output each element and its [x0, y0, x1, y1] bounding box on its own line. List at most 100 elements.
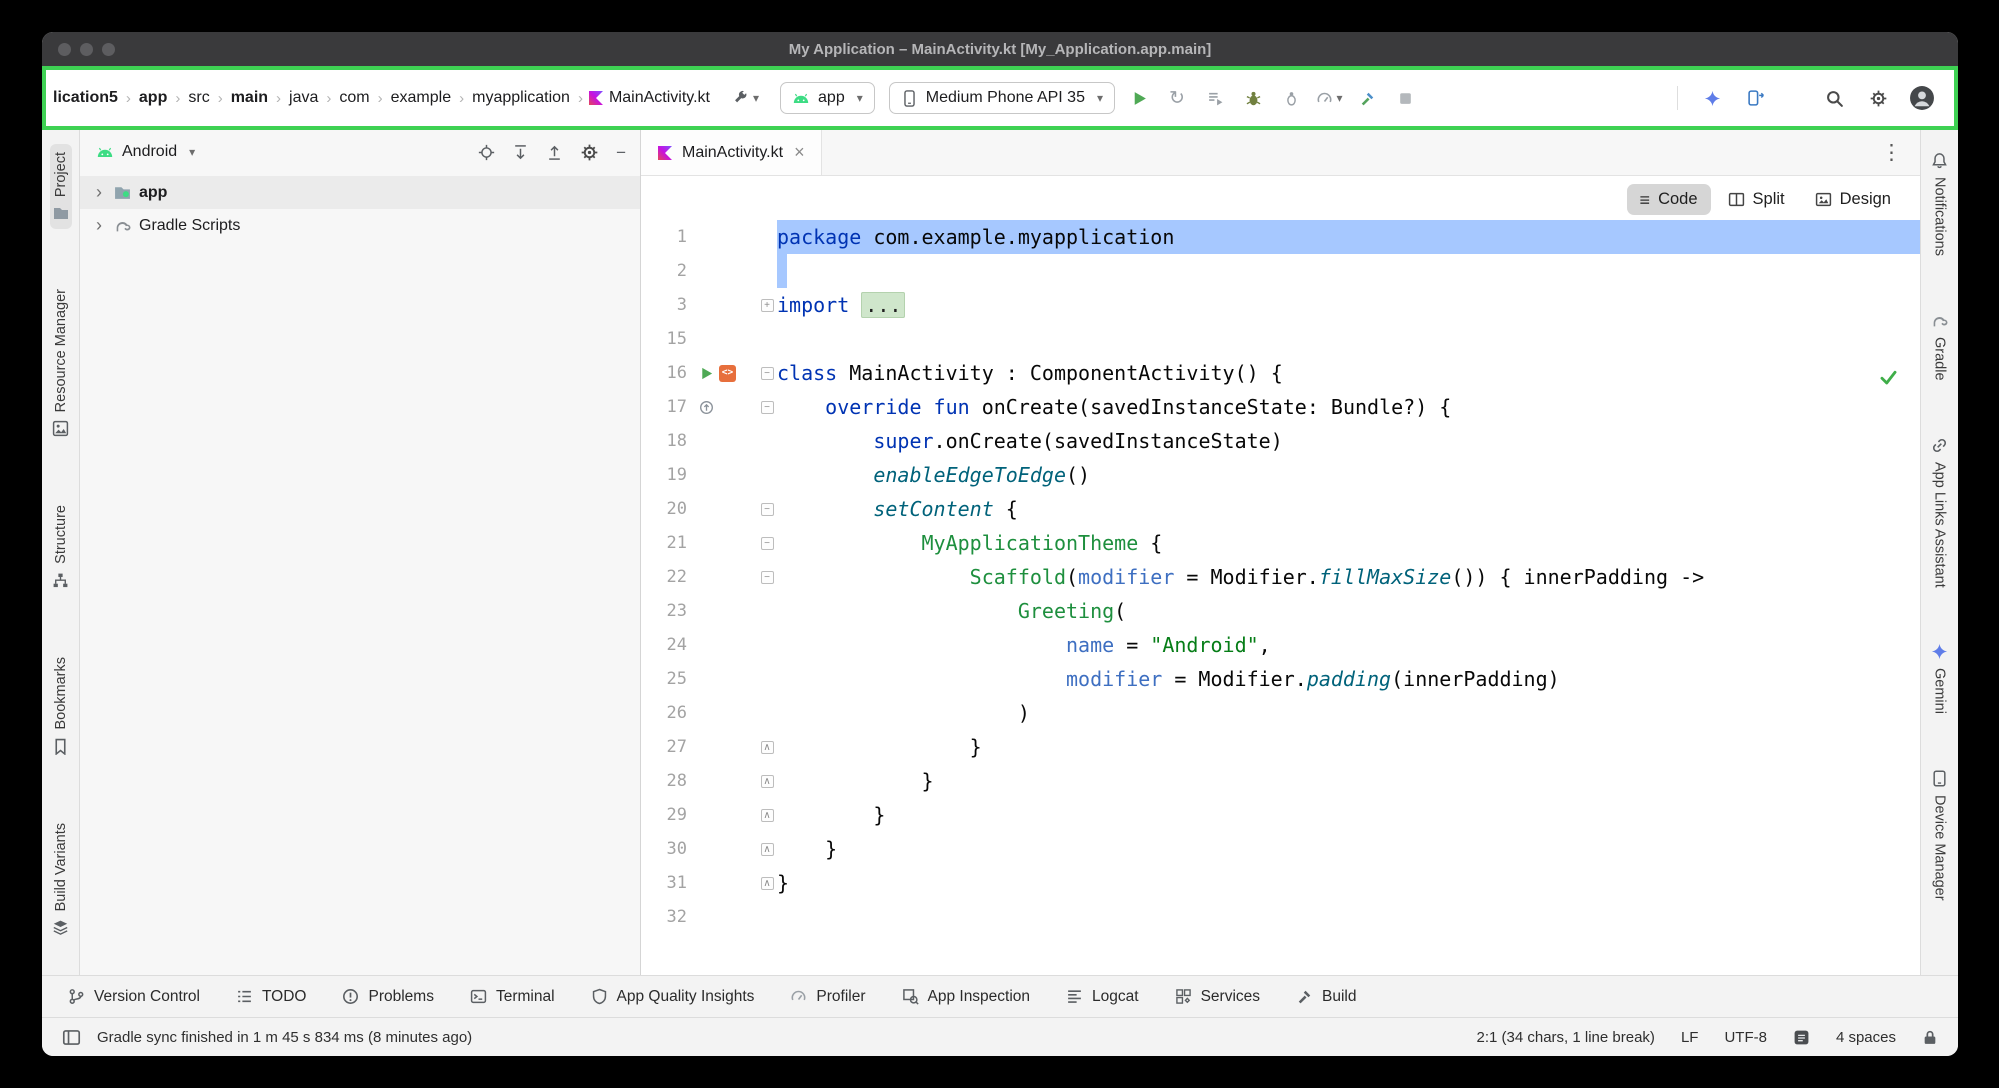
tool-button-app-inspection[interactable]: App Inspection [902, 988, 1031, 1006]
code-text[interactable]: package com.example.myapplication [777, 220, 1920, 254]
breadcrumb-item-src[interactable]: src [185, 87, 212, 109]
line-separator-indicator[interactable]: LF [1681, 1029, 1699, 1046]
tool-button-todo[interactable]: TODO [236, 988, 307, 1006]
code-text[interactable]: override fun onCreate(savedInstanceState… [777, 390, 1920, 424]
code-line-23[interactable]: 23 Greeting( [641, 594, 1920, 628]
code-line-30[interactable]: 30∧ } [641, 832, 1920, 866]
close-button[interactable] [58, 43, 71, 56]
panel-toggle-icon[interactable] [62, 1028, 81, 1047]
tree-item-app[interactable]: ›app [80, 176, 640, 209]
code-line-20[interactable]: 20− setContent { [641, 492, 1920, 526]
override-gutter-icon[interactable] [699, 400, 714, 415]
inspections-status-icon[interactable] [1879, 368, 1898, 387]
fold-marker-icon[interactable]: − [761, 367, 774, 380]
expand-chevron-icon[interactable]: › [92, 182, 106, 203]
project-view-selector[interactable]: Android [122, 143, 177, 161]
mode-design-button[interactable]: Design [1802, 184, 1904, 215]
close-tab-icon[interactable]: × [794, 142, 805, 163]
tool-button-services[interactable]: Services [1175, 988, 1260, 1006]
code-text[interactable]: } [777, 866, 1920, 900]
profiler-button[interactable]: ▾ [1313, 82, 1345, 114]
code-line-25[interactable]: 25 modifier = Modifier.padding(innerPadd… [641, 662, 1920, 696]
tool-button-app-quality-insights[interactable]: App Quality Insights [591, 988, 755, 1006]
caret-position-indicator[interactable]: 2:1 (34 chars, 1 line break) [1477, 1029, 1655, 1046]
code-text[interactable]: } [777, 798, 1920, 832]
code-line-15[interactable]: 15 [641, 322, 1920, 356]
code-line-32[interactable]: 32 [641, 900, 1920, 934]
code-line-22[interactable]: 22− Scaffold(modifier = Modifier.fillMax… [641, 560, 1920, 594]
locate-button[interactable] [478, 144, 495, 161]
expand-chevron-icon[interactable]: › [92, 215, 106, 236]
code-text[interactable]: MyApplicationTheme { [777, 526, 1920, 560]
code-line-3[interactable]: 3+import ... [641, 288, 1920, 322]
tool-stripe-gradle[interactable]: Gradle [1928, 304, 1951, 389]
code-text[interactable] [777, 900, 1920, 934]
device-selector[interactable]: Medium Phone API 35 ▾ [889, 82, 1115, 114]
code-line-1[interactable]: 1package com.example.myapplication [641, 220, 1920, 254]
code-text[interactable]: } [777, 764, 1920, 798]
breadcrumb-item-com[interactable]: com [336, 87, 372, 109]
search-button[interactable] [1818, 82, 1850, 114]
run-gutter-icon[interactable] [699, 366, 714, 381]
breadcrumb-item-mainactivity-kt[interactable]: MainActivity.kt [606, 87, 713, 109]
code-text[interactable] [777, 254, 1920, 288]
code-line-16[interactable]: 16<>−class MainActivity : ComponentActiv… [641, 356, 1920, 390]
compose-gutter-icon[interactable]: <> [719, 365, 736, 382]
lock-icon[interactable] [1922, 1029, 1938, 1045]
tool-button-terminal[interactable]: Terminal [470, 988, 555, 1006]
gemini-button[interactable] [1696, 82, 1728, 114]
tool-button-problems[interactable]: Problems [342, 988, 433, 1006]
breadcrumb-item-app[interactable]: app [136, 87, 170, 109]
code-text[interactable]: ) [777, 696, 1920, 730]
tool-stripe-build-variants[interactable]: Build Variants [49, 815, 72, 944]
tool-button-logcat[interactable]: Logcat [1066, 988, 1139, 1006]
code-text[interactable]: Greeting( [777, 594, 1920, 628]
tool-button-version-control[interactable]: Version Control [68, 988, 200, 1006]
code-line-26[interactable]: 26 ) [641, 696, 1920, 730]
collapse-all-button[interactable] [546, 144, 563, 161]
mode-split-button[interactable]: Split [1715, 184, 1798, 215]
fold-marker-icon[interactable]: ∧ [761, 775, 774, 788]
fold-marker-icon[interactable]: ∧ [761, 809, 774, 822]
tool-stripe-gemini[interactable]: Gemini [1928, 635, 1951, 722]
code-line-24[interactable]: 24 name = "Android", [641, 628, 1920, 662]
indent-indicator[interactable]: 4 spaces [1836, 1029, 1896, 1046]
code-line-18[interactable]: 18 super.onCreate(savedInstanceState) [641, 424, 1920, 458]
user-avatar-button[interactable] [1906, 82, 1938, 114]
tool-stripe-bookmarks[interactable]: Bookmarks [49, 649, 72, 763]
code-text[interactable]: super.onCreate(savedInstanceState) [777, 424, 1920, 458]
tools-menu-button[interactable]: ▾ [725, 85, 766, 112]
tool-stripe-project[interactable]: Project [50, 144, 72, 229]
fold-marker-icon[interactable]: ∧ [761, 877, 774, 890]
breadcrumb-item-example[interactable]: example [388, 87, 454, 109]
breadcrumb-item-myapplication[interactable]: myapplication [469, 87, 573, 109]
tool-stripe-app-links-assistant[interactable]: App Links Assistant [1928, 429, 1951, 596]
breadcrumb-item-lication5[interactable]: lication5 [50, 87, 121, 109]
debug-button[interactable] [1237, 82, 1269, 114]
fold-marker-icon[interactable]: ∧ [761, 843, 774, 856]
code-text[interactable]: enableEdgeToEdge() [777, 458, 1920, 492]
tool-button-build[interactable]: Build [1296, 988, 1356, 1006]
code-line-17[interactable]: 17− override fun onCreate(savedInstanceS… [641, 390, 1920, 424]
build-button[interactable] [1351, 82, 1383, 114]
code-line-29[interactable]: 29∧ } [641, 798, 1920, 832]
tool-stripe-resource-manager[interactable]: Resource Manager [49, 281, 72, 445]
fold-marker-icon[interactable]: + [761, 299, 774, 312]
device-mirroring-button[interactable] [1740, 82, 1772, 114]
code-line-21[interactable]: 21− MyApplicationTheme { [641, 526, 1920, 560]
tool-stripe-structure[interactable]: Structure [49, 497, 72, 597]
stop-button[interactable] [1389, 82, 1421, 114]
code-text[interactable]: } [777, 730, 1920, 764]
code-text[interactable]: setContent { [777, 492, 1920, 526]
code-line-31[interactable]: 31∧} [641, 866, 1920, 900]
code-editor[interactable]: 1package com.example.myapplication23+imp… [641, 176, 1920, 975]
code-text[interactable]: } [777, 832, 1920, 866]
tool-stripe-device-manager[interactable]: Device Manager [1928, 762, 1951, 909]
breadcrumb-item-main[interactable]: main [228, 87, 271, 109]
code-text[interactable] [777, 322, 1920, 356]
code-line-2[interactable]: 2 [641, 254, 1920, 288]
settings-button[interactable] [1862, 82, 1894, 114]
run-button[interactable] [1123, 82, 1155, 114]
breadcrumb-item-java[interactable]: java [286, 87, 321, 109]
tool-stripe-notifications[interactable]: Notifications [1928, 144, 1951, 264]
